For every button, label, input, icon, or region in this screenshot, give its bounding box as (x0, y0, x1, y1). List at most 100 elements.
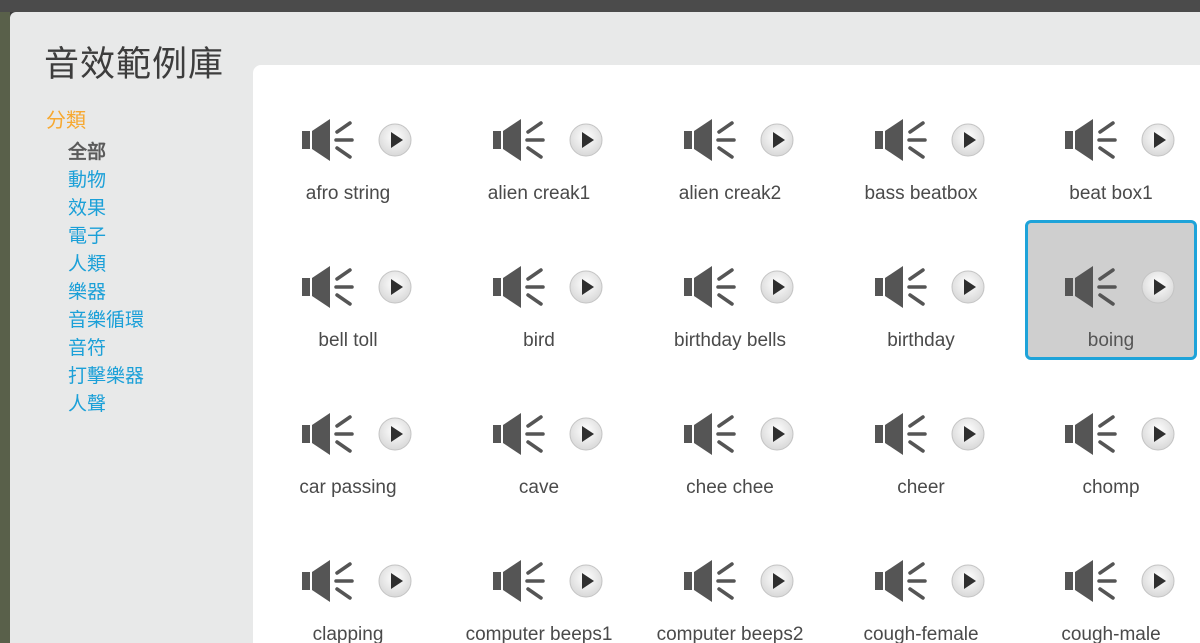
play-button[interactable] (378, 270, 412, 304)
category-sidebar: 分類 全部 動物 效果 電子 人類 樂器 音樂循環 音符 打擊樂器 人聲 (46, 104, 144, 419)
category-list: 全部 動物 效果 電子 人類 樂器 音樂循環 音符 打擊樂器 人聲 (46, 139, 144, 419)
speaker-icon (682, 117, 738, 163)
category-item[interactable]: 音符 (68, 335, 144, 363)
sound-library-dialog: 音效範例庫 分類 全部 動物 效果 電子 人類 樂器 音樂循環 音符 打擊樂器 人聲 afro s… (10, 12, 1200, 643)
sound-name: chee chee (686, 477, 774, 498)
speaker-icon (300, 411, 356, 457)
category-item[interactable]: 效果 (68, 195, 144, 223)
play-button[interactable] (1141, 564, 1175, 598)
speaker-icon (1063, 558, 1119, 604)
sound-name: beat box1 (1069, 183, 1153, 204)
sound-name: alien creak2 (678, 183, 782, 204)
sound-name: cough-male (1061, 624, 1161, 643)
play-icon (951, 123, 985, 161)
category-item[interactable]: 動物 (68, 167, 144, 195)
play-button[interactable] (760, 123, 794, 157)
play-icon (951, 270, 985, 308)
play-button[interactable] (951, 270, 985, 304)
play-button[interactable] (760, 270, 794, 304)
play-button[interactable] (1141, 417, 1175, 451)
play-button[interactable] (951, 564, 985, 598)
window-top-bar (0, 0, 1200, 12)
sound-name: afro string (305, 183, 391, 204)
sound-name: cough-female (863, 624, 979, 643)
sound-tile[interactable]: clapping (262, 514, 434, 643)
sound-name: bird (523, 330, 555, 351)
play-icon (378, 270, 412, 308)
speaker-icon (682, 411, 738, 457)
play-button[interactable] (569, 564, 603, 598)
play-icon (569, 417, 603, 455)
speaker-icon (1063, 264, 1119, 310)
speaker-icon (491, 117, 547, 163)
sound-name: computer beeps1 (465, 624, 613, 643)
play-icon (378, 417, 412, 455)
sound-name: birthday bells (674, 330, 786, 351)
play-button[interactable] (569, 417, 603, 451)
sound-tile[interactable]: alien creak2 (644, 73, 816, 213)
sound-name: chomp (1082, 477, 1140, 498)
sound-tile[interactable]: bell toll (262, 220, 434, 360)
category-item[interactable]: 電子 (68, 223, 144, 251)
play-button[interactable] (378, 564, 412, 598)
sound-tile[interactable]: alien creak1 (453, 73, 625, 213)
play-button[interactable] (378, 123, 412, 157)
play-icon (1141, 270, 1175, 308)
sound-tile[interactable]: bass beatbox (835, 73, 1007, 213)
play-button[interactable] (760, 564, 794, 598)
play-icon (760, 564, 794, 602)
play-button[interactable] (951, 417, 985, 451)
sound-tile[interactable]: bird (453, 220, 625, 360)
sound-tile[interactable]: beat box1 (1025, 73, 1197, 213)
play-icon (569, 123, 603, 161)
play-icon (569, 564, 603, 602)
speaker-icon (491, 411, 547, 457)
sound-name: alien creak1 (487, 183, 591, 204)
play-button[interactable] (378, 417, 412, 451)
sound-tile[interactable]: birthday bells (644, 220, 816, 360)
category-item[interactable]: 打擊樂器 (68, 363, 144, 391)
category-item[interactable]: 人類 (68, 251, 144, 279)
sound-tile[interactable]: cheer (835, 367, 1007, 507)
sound-tile[interactable]: cough-male (1025, 514, 1197, 643)
sound-name: computer beeps2 (656, 624, 804, 643)
sound-tile[interactable]: cough-female (835, 514, 1007, 643)
play-icon (760, 417, 794, 455)
speaker-icon (873, 411, 929, 457)
sound-name: cheer (897, 477, 945, 498)
sound-name: bass beatbox (864, 183, 978, 204)
speaker-icon (300, 264, 356, 310)
category-heading: 分類 (46, 110, 86, 132)
speaker-icon (1063, 117, 1119, 163)
play-icon (1141, 123, 1175, 161)
speaker-icon (300, 558, 356, 604)
play-button[interactable] (760, 417, 794, 451)
category-item[interactable]: 全部 (68, 139, 144, 167)
sound-name: bell toll (318, 330, 378, 351)
category-item[interactable]: 音樂循環 (68, 307, 144, 335)
play-icon (760, 270, 794, 308)
sound-tile[interactable]: cave (453, 367, 625, 507)
category-item[interactable]: 樂器 (68, 279, 144, 307)
speaker-icon (873, 558, 929, 604)
play-button[interactable] (1141, 270, 1175, 304)
sound-name: cave (518, 477, 560, 498)
sound-name: birthday (887, 330, 955, 351)
sound-tile[interactable]: computer beeps1 (453, 514, 625, 643)
play-icon (1141, 417, 1175, 455)
sound-grid[interactable]: afro string alien creak1 alien creak2 bass … (253, 65, 1200, 643)
category-item[interactable]: 人聲 (68, 391, 144, 419)
sound-tile[interactable]: car passing (262, 367, 434, 507)
sound-tile[interactable]: chomp (1025, 367, 1197, 507)
play-button[interactable] (951, 123, 985, 157)
play-button[interactable] (1141, 123, 1175, 157)
play-button[interactable] (569, 123, 603, 157)
sound-tile[interactable]: afro string (262, 73, 434, 213)
play-icon (1141, 564, 1175, 602)
sound-tile[interactable]: birthday (835, 220, 1007, 360)
sound-tile[interactable]: chee chee (644, 367, 816, 507)
sound-tile[interactable]: computer beeps2 (644, 514, 816, 643)
play-button[interactable] (569, 270, 603, 304)
sound-tile[interactable]: boing (1025, 220, 1197, 360)
sound-name: car passing (299, 477, 397, 498)
